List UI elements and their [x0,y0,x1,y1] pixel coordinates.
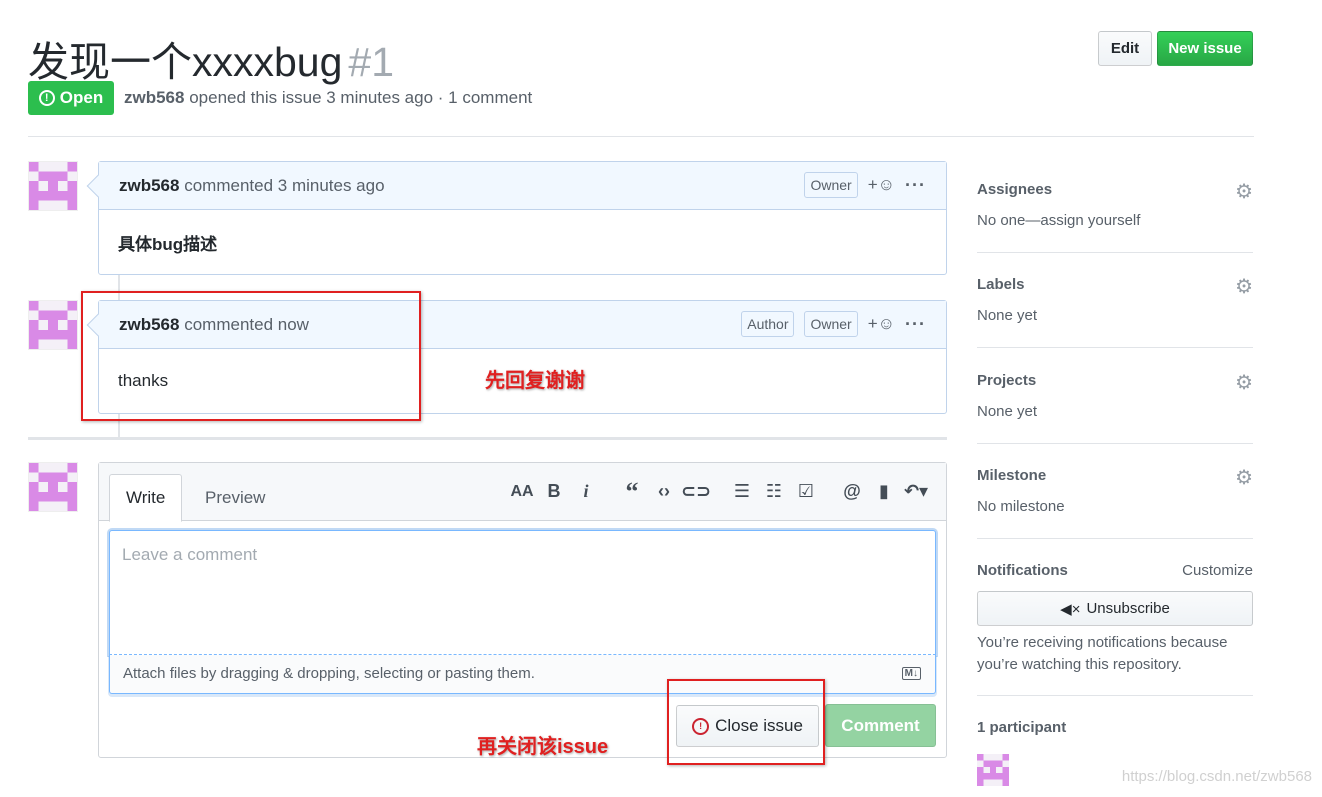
owner-badge: Owner [804,172,858,198]
identicon-icon [977,754,1009,786]
identicon-icon [29,162,77,210]
sidebar-value[interactable]: No one—assign yourself [977,212,1253,229]
kebab-menu-icon[interactable]: ··· [905,175,926,196]
kebab-menu-icon[interactable]: ··· [905,314,926,335]
mention-icon[interactable]: @ [836,481,868,502]
markdown-toolbar: AA B i “ ‹› ⊂⊃ ☰ ☷ ☑ @ ▮ ↶▾ [506,478,932,504]
comment-author[interactable]: zwb568 [119,176,179,195]
new-issue-button[interactable]: New issue [1157,31,1253,66]
comment-body: 具体bug描述 [118,234,218,254]
sidebar-assignees[interactable]: Assignees ⚙ No one—assign yourself [977,181,1253,229]
sidebar-divider [977,695,1253,696]
comment-button[interactable]: Comment [825,704,936,747]
watermark: https://blog.csdn.net/zwb568 [1121,768,1312,785]
gear-icon[interactable]: ⚙ [1235,179,1253,204]
issue-number: #1 [348,39,395,85]
numbered-list-icon[interactable]: ☷ [758,481,790,502]
gear-icon[interactable]: ⚙ [1235,465,1253,490]
timeline-comment: zwb568 commented 3 minutes ago Owner +☺ … [86,161,947,275]
gear-icon[interactable]: ⚙ [1235,274,1253,299]
sidebar-divider [977,347,1253,348]
sidebar-heading: Milestone [977,467,1047,484]
add-reaction-icon[interactable]: +☺ [868,314,895,334]
annotation-reply-first: 先回复谢谢 [485,370,585,392]
sidebar-milestone[interactable]: Milestone ⚙ No milestone [977,467,1253,515]
sidebar-divider [977,443,1253,444]
sidebar-participants: 1 participant [977,719,1253,736]
reply-icon[interactable]: ↶▾ [900,481,932,502]
sidebar-divider [977,252,1253,253]
editor-tabbar: Write Preview AA B i “ ‹› ⊂⊃ ☰ ☷ ☑ @ ▮ ↶… [99,463,946,522]
sidebar-heading: Assignees [977,181,1053,198]
annotation-then-close: 再关闭该issue [477,736,609,758]
attach-hint: Attach files by dragging & dropping, sel… [123,665,535,682]
issue-meta-text: opened this issue 3 minutes ago · 1 comm… [189,88,533,107]
sidebar-heading: 1 participant [977,719,1067,736]
annotation-box-reply [81,291,421,421]
timeline-divider [28,437,947,440]
sidebar-value: No milestone [977,498,1065,515]
participant-avatar[interactable] [977,754,1009,786]
italic-icon[interactable]: i [570,481,602,502]
tab-preview[interactable]: Preview [189,474,281,522]
issue-opened-icon: ! [38,90,55,106]
notification-reason: You’re receiving notifications because y… [977,634,1228,673]
sidebar-notifications: Notifications Customize [977,562,1253,579]
saved-reply-icon[interactable]: ▮ [868,481,900,502]
code-icon[interactable]: ‹› [648,481,680,502]
sidebar-heading: Labels [977,276,1025,293]
sidebar-divider [977,538,1253,539]
link-icon[interactable]: ⊂⊃ [680,481,712,502]
quote-icon[interactable]: “ [616,478,648,504]
sidebar-labels[interactable]: Labels ⚙ None yet [977,276,1253,324]
add-reaction-icon[interactable]: +☺ [868,175,895,195]
status-badge: ! Open [28,81,114,115]
gear-icon[interactable]: ⚙ [1235,370,1253,395]
identicon-icon [29,463,77,511]
issue-author-link[interactable]: zwb568 [124,88,184,107]
issue-meta: zwb568 opened this issue 3 minutes ago ·… [124,88,532,108]
sidebar-projects[interactable]: Projects ⚙ None yet [977,372,1253,420]
sidebar-heading: Projects [977,372,1037,389]
issue-title: 发现一个xxxxbug #1 [28,28,394,88]
identicon-icon [29,301,77,349]
bold-icon[interactable]: B [538,481,570,502]
header-divider [28,136,1254,137]
comment-author-line: zwb568 commented 3 minutes ago [119,176,385,196]
comment-timestamp[interactable]: commented 3 minutes ago [184,176,384,195]
mute-icon: ◀× [1060,600,1081,618]
markdown-icon[interactable]: M↓ [901,667,921,680]
status-badge-label: Open [59,88,104,107]
bulleted-list-icon[interactable]: ☰ [726,481,758,502]
customize-link[interactable]: Customize [1182,562,1253,579]
unsubscribe-button[interactable]: ◀× Unsubscribe [977,591,1253,626]
sidebar-value: None yet [977,307,1038,324]
issue-title-text: 发现一个xxxxbug [28,39,343,85]
sidebar-value: None yet [977,403,1038,420]
avatar[interactable] [28,462,78,512]
unsubscribe-label: Unsubscribe [1086,600,1170,617]
edit-button[interactable]: Edit [1098,31,1152,66]
avatar[interactable] [28,161,78,211]
annotation-box-close [667,679,825,765]
owner-badge: Owner [804,311,858,337]
comment-textarea[interactable]: Leave a comment [109,530,936,655]
avatar[interactable] [28,300,78,350]
author-badge: Author [741,311,795,337]
task-list-icon[interactable]: ☑ [790,481,822,502]
text-size-icon[interactable]: AA [506,483,538,501]
tab-write[interactable]: Write [109,474,183,522]
comment-header: zwb568 commented 3 minutes ago Owner +☺ … [99,162,946,210]
